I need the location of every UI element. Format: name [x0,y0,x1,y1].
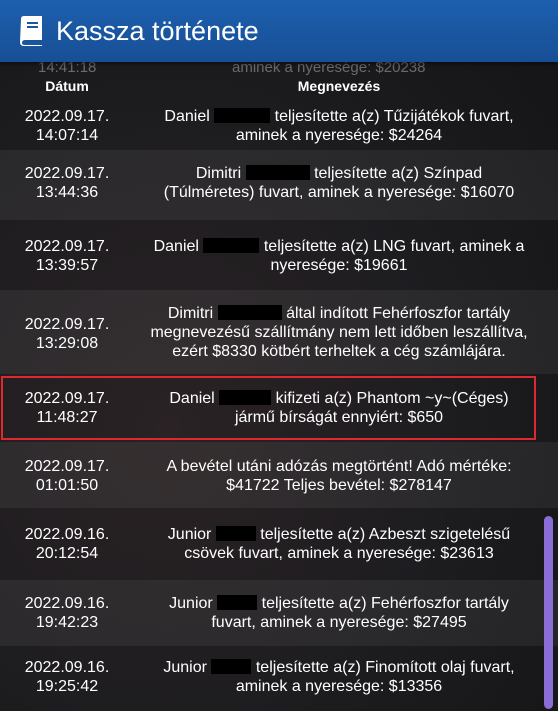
table-row[interactable]: 2022.09.17. 14:07:14 Daniel teljesítette… [0,102,558,148]
row-description: Junior teljesítette a(z) Finomított olaj… [163,659,515,695]
redacted-name [215,526,256,541]
window-title: Kassza története [56,15,259,46]
table-row[interactable]: 2022.09.17. 13:44:36 Dimitri teljesített… [0,150,558,220]
transaction-list[interactable]: 14:41:18 aminek a nyeresége: $20238 Dátu… [0,62,558,711]
row-date: 2022.09.16. 19:42:23 [24,595,110,631]
table-row[interactable]: 2022.09.17. 13:39:57 Daniel teljesítette… [0,222,558,288]
row-date: 2022.09.17. 13:44:36 [24,165,110,201]
row-description: Daniel teljesítette a(z) LNG fuvart, ami… [153,238,525,274]
row-date: 2022.09.17. 13:39:57 [24,238,110,274]
row-date: 2022.09.17. 13:29:08 [24,316,110,352]
table-row[interactable]: 2022.09.16. 19:42:23 Junior teljesítette… [0,580,558,646]
book-icon [18,15,44,47]
table-row[interactable]: 2022.09.16. 20:12:54 Junior teljesítette… [0,510,558,578]
table-row[interactable]: 2022.09.17. 01:01:50 A bevétel utáni adó… [0,442,558,508]
table-header: Dátum Megnevezés [0,74,558,100]
row-date: 2022.09.17. 01:01:50 [24,458,110,494]
row-description: Junior teljesítette a(z) Fehérfoszfor ta… [169,595,509,631]
redacted-name [245,165,310,180]
redacted-name [203,238,260,253]
cash-history-window: Kassza története 14:41:18 aminek a nyere… [0,0,558,711]
row-date: 2022.09.16. 19:25:42 [24,659,110,695]
row-description: Daniel teljesítette a(z) Tűzijátékok fuv… [164,108,514,144]
row-description: A bevétel utáni adózás megtörtént! Adó m… [166,458,512,494]
row-description: Junior teljesítette a(z) Azbeszt szigete… [167,526,511,562]
header-description: Megnevezés [297,78,381,94]
row-date: 2022.09.16. 20:12:54 [24,526,110,562]
row-description: Dimitri által indított Fehérfoszfor tart… [150,305,528,360]
row-description: Dimitri teljesítette a(z) Színpad (Túlmé… [163,165,515,201]
table-row[interactable]: 2022.09.17. 13:29:08 Dimitri által indít… [0,290,558,374]
redacted-name [214,108,271,123]
redacted-name [217,305,282,320]
row-date: 2022.09.17. 14:07:14 [24,108,110,144]
redacted-name [217,595,258,610]
table-row[interactable]: 2022.09.16. 19:25:42 Junior teljesítette… [0,648,558,711]
redacted-name [211,659,252,674]
vertical-scrollbar[interactable] [544,516,553,709]
selection-highlight [1,376,536,440]
title-bar: Kassza története [0,0,558,62]
header-date: Dátum [45,78,89,94]
